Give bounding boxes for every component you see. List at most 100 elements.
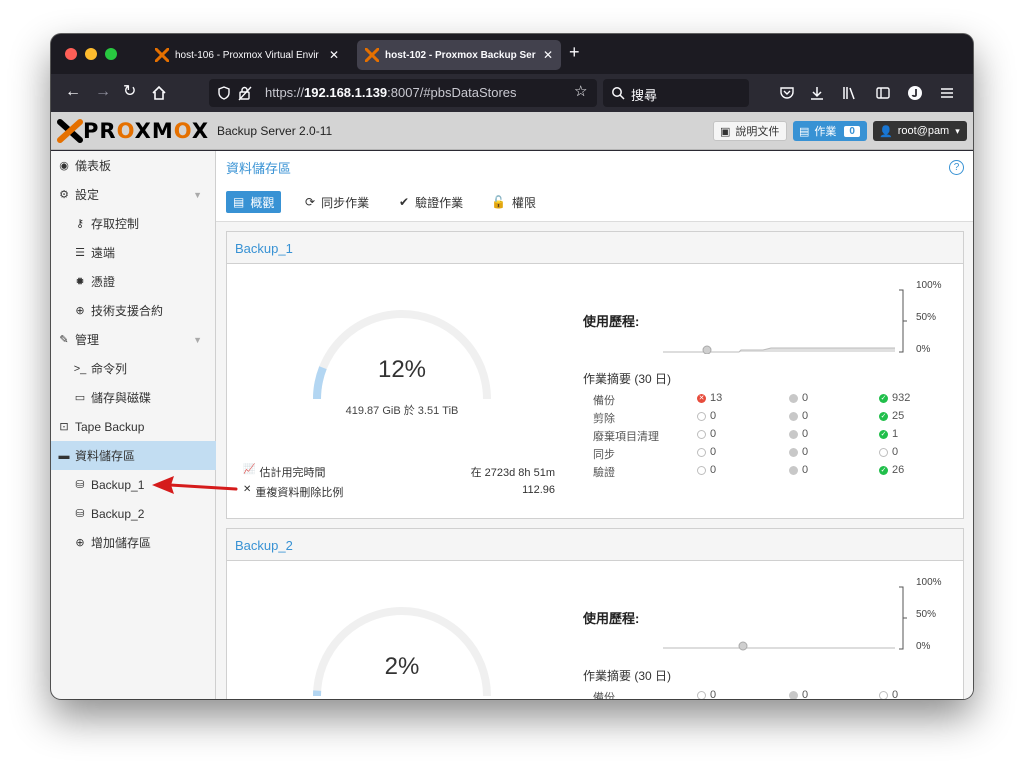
book-icon: ▤ <box>233 195 245 209</box>
browser-tab-host-102[interactable]: host-102 - Proxmox Backup Ser ✕ <box>357 40 561 70</box>
sidebar-item-remotes[interactable]: ☰ 遠端 <box>51 238 216 267</box>
new-tab-icon[interactable]: + <box>569 42 580 63</box>
warning-count: 0 <box>789 689 808 699</box>
bookmark-star-icon[interactable]: ☆ <box>574 82 587 102</box>
reload-icon[interactable]: ↻ <box>123 82 136 102</box>
tab-title: host-106 - Proxmox Virtual Envir <box>175 49 319 61</box>
check-circle-icon: ✔ <box>399 195 410 209</box>
library-icon[interactable] <box>841 85 857 101</box>
close-tab-icon[interactable]: ✕ <box>543 48 553 62</box>
app-version: Backup Server 2.0-11 <box>217 124 333 138</box>
sidebar-item-tape-backup[interactable]: ⊡ Tape Backup <box>51 412 216 441</box>
estimated-full-row: 📈 估計用完時間 在 2723d 8h 51m <box>243 464 555 479</box>
gears-icon: ⚙ <box>59 189 69 201</box>
account-icon[interactable] <box>907 85 923 101</box>
zoom-window-button[interactable] <box>105 48 117 60</box>
error-count: 0 <box>697 428 716 440</box>
datastore-panel-backup-2: Backup_2 2% 使用歷程: 100% 50% 0% 作業摘要 (30 日… <box>226 528 964 699</box>
usage-detail: 419.87 GiB 於 3.51 TiB <box>345 405 459 417</box>
url-bar[interactable]: https://192.168.1.139:8007/#pbsDataStore… <box>209 79 597 107</box>
certificate-icon: ✹ <box>75 276 85 288</box>
insecure-lock-icon[interactable] <box>237 85 253 101</box>
usage-gauge <box>313 607 491 697</box>
axis-label-50: 50% <box>916 609 937 620</box>
ok-count: ✓ 26 <box>879 464 905 476</box>
error-count: 0 <box>697 689 716 699</box>
home-icon[interactable] <box>151 85 167 101</box>
documentation-button[interactable]: ▣ 說明文件 <box>713 121 787 141</box>
tab-sync-jobs[interactable]: ⟳ 同步作業 <box>298 191 376 213</box>
sidebar-item-access-control[interactable]: ⚷ 存取控制 <box>51 209 216 238</box>
close-tab-icon[interactable]: ✕ <box>329 48 339 62</box>
search-icon <box>612 87 625 100</box>
error-count: ✕ 13 <box>697 392 723 404</box>
tab-permissions[interactable]: 🔓 權限 <box>484 191 543 213</box>
status-dot: ✕ <box>697 393 706 403</box>
status-dot: ✓ <box>879 393 888 403</box>
axis-label-0: 0% <box>916 641 931 652</box>
sidebar-item-shell[interactable]: >_ 命令列 <box>51 354 216 383</box>
ok-count: ✓ 1 <box>879 428 899 440</box>
usage-history-sparkline <box>663 586 907 651</box>
status-dot <box>789 393 798 403</box>
back-icon[interactable]: ← <box>65 82 81 102</box>
main-content: 資料儲存區 ? ▤ 概觀 ⟳ 同步作業 ✔ 驗證作業 🔓 權限 Backup_1… <box>216 151 973 699</box>
sidebar-item-administration[interactable]: ✎ 管理 ▼ <box>51 325 216 354</box>
job-summary-row: 廢棄項目清理 0 0 ✓ 1 <box>593 428 953 446</box>
ok-count: 0 <box>879 689 898 699</box>
sidebar-item-add-datastore[interactable]: ⊕ 增加儲存區 <box>51 528 216 557</box>
warning-count: 0 <box>789 428 808 440</box>
chevron-down-icon[interactable]: ▼ <box>193 335 202 345</box>
sidebar-item-dashboard[interactable]: ◉ 儀表板 <box>51 151 216 180</box>
help-icon[interactable]: ? <box>949 160 964 175</box>
proxmox-x-icon <box>57 119 83 143</box>
job-summary-row: 同步 0 0 0 <box>593 446 953 464</box>
search-placeholder: 搜尋 <box>631 88 658 103</box>
status-dot <box>697 429 706 439</box>
close-window-button[interactable] <box>65 48 77 60</box>
sidebar-item-subscription[interactable]: ⊕ 技術支援合約 <box>51 296 216 325</box>
job-type: 同步 <box>593 449 615 461</box>
book-icon: ▣ <box>720 125 731 138</box>
usage-percent: 12% <box>377 356 427 383</box>
hdd-icon: ▭ <box>74 392 86 404</box>
shield-icon[interactable] <box>217 86 231 100</box>
status-dot <box>879 447 888 457</box>
tape-icon: ⊡ <box>59 421 69 433</box>
tab-verify-jobs[interactable]: ✔ 驗證作業 <box>392 191 470 213</box>
pocket-icon[interactable] <box>779 85 795 101</box>
sidebar-item-configuration[interactable]: ⚙ 設定 ▼ <box>51 180 216 209</box>
wrench-icon: ✎ <box>59 334 69 346</box>
sidebar-item-certificates[interactable]: ✹ 憑證 <box>51 267 216 296</box>
server-icon: ☰ <box>75 247 85 259</box>
job-summary-row: 驗證 0 0 ✓ 26 <box>593 464 953 482</box>
tab-title: host-102 - Proxmox Backup Ser <box>385 49 536 61</box>
downloads-icon[interactable] <box>809 85 825 101</box>
status-dot <box>697 411 706 421</box>
datastore-body: 12% 419.87 GiB 於 3.51 TiB 📈 估計用完時間 在 272… <box>227 264 963 520</box>
proxmox-logo: PROXMOX <box>57 119 209 143</box>
tasks-button[interactable]: ▤ 作業 0 <box>793 121 867 141</box>
tab-summary[interactable]: ▤ 概觀 <box>226 191 282 213</box>
minimize-window-button[interactable] <box>85 48 97 60</box>
search-bar[interactable]: 搜尋 <box>603 79 749 107</box>
sidebar-toggle-icon[interactable] <box>875 85 891 101</box>
status-dot <box>697 465 706 475</box>
ok-count: ✓ 25 <box>879 410 905 422</box>
datastore-list[interactable]: Backup_1 12% 419.87 GiB 於 3.51 TiB 📈 估計用… <box>216 221 973 699</box>
url-text: https://192.168.1.139:8007/#pbsDataStore… <box>265 85 517 100</box>
hamburger-menu-icon[interactable] <box>939 85 955 101</box>
user-menu-button[interactable]: 👤 root@pam ▾ <box>873 121 967 141</box>
browser-tab-host-106[interactable]: host-106 - Proxmox Virtual Envir ✕ <box>147 40 347 70</box>
sidebar-item-datastore[interactable]: ▬ 資料儲存區 <box>51 441 216 470</box>
job-type: 廢棄項目清理 <box>593 431 659 443</box>
forward-icon[interactable]: → <box>95 82 111 102</box>
chevron-down-icon[interactable]: ▼ <box>193 190 202 200</box>
support-icon: ⊕ <box>75 305 85 317</box>
axis-label-100: 100% <box>916 577 942 588</box>
sidebar-item-backup-2[interactable]: ⛁ Backup_2 <box>51 499 216 528</box>
status-dot: ✓ <box>879 429 888 439</box>
sidebar-item-storage-disks[interactable]: ▭ 儲存與磁碟 <box>51 383 216 412</box>
warning-count: 0 <box>789 446 808 458</box>
warning-count: 0 <box>789 410 808 422</box>
